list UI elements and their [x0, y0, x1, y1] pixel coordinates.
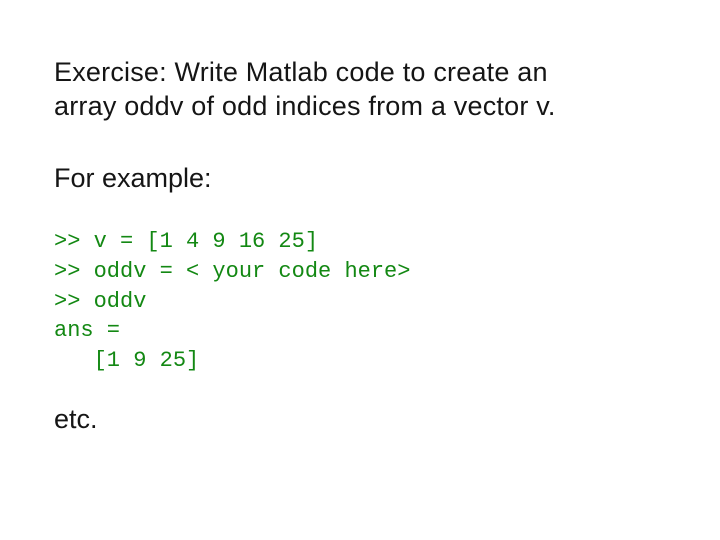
code-line: [1 9 25] [54, 348, 199, 373]
code-line: ans = [54, 318, 120, 343]
code-line: >> oddv [54, 289, 146, 314]
code-line: >> v = [1 4 9 16 25] [54, 229, 318, 254]
slide: Exercise: Write Matlab code to create an… [0, 0, 720, 540]
exercise-title: Exercise: Write Matlab code to create an… [54, 56, 614, 124]
etc-label: etc. [54, 404, 680, 435]
code-line: >> oddv = < your code here> [54, 259, 410, 284]
code-block: >> v = [1 4 9 16 25] >> oddv = < your co… [54, 227, 680, 375]
example-label: For example: [54, 162, 680, 196]
